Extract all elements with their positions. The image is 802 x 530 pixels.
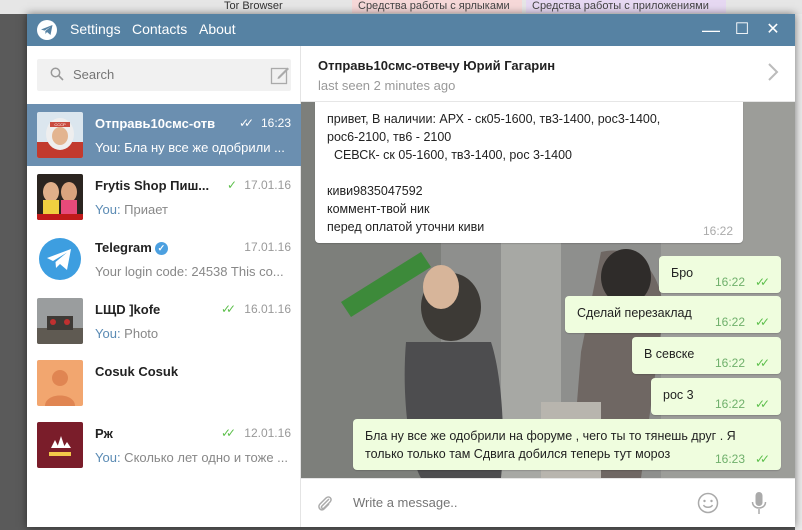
dialog-time: 12.01.16 bbox=[244, 426, 291, 440]
chevron-right-icon[interactable] bbox=[767, 62, 779, 82]
maximize-button[interactable]: ☐ bbox=[730, 18, 754, 42]
dialogs-panel: CCCP Отправь10смс-отве... ✓✓ 16:23 You: … bbox=[27, 46, 301, 527]
dialog-time: 16:23 bbox=[260, 116, 291, 130]
dialog-you-label: You: bbox=[95, 450, 121, 465]
outgoing-message: рос 3 16:22 ✓✓ bbox=[651, 378, 781, 415]
compose-icon[interactable] bbox=[270, 65, 290, 85]
minimize-button[interactable]: — bbox=[699, 18, 723, 42]
dialog-time: 17.01.16 bbox=[244, 240, 291, 254]
dialog-name-text: Telegram bbox=[95, 240, 152, 255]
dialog-preview-text: Сколько лет одно и тоже ... bbox=[120, 450, 289, 465]
read-check-icon: ✓✓ bbox=[755, 315, 770, 329]
dialog-preview-text: Бла ну все же одобрили ... bbox=[120, 140, 285, 155]
desktop-tab-apps[interactable]: Средства работы с приложениями bbox=[526, 0, 726, 13]
search-icon bbox=[50, 67, 64, 81]
dialog-name: Frytis Shop Пиш... bbox=[95, 178, 210, 193]
chat-title: Отправь10смс-отвечу Юрий Гагарин bbox=[318, 58, 556, 73]
message-composer bbox=[301, 478, 795, 527]
dialog-name: Отправь10смс-отве... bbox=[95, 116, 215, 131]
verified-badge-icon: ✓ bbox=[154, 242, 168, 255]
message-time: 16:22 bbox=[702, 224, 733, 238]
read-check-icon: ✓✓ bbox=[755, 397, 770, 411]
avatar-frytis bbox=[37, 174, 83, 220]
menu-settings[interactable]: Settings bbox=[70, 21, 121, 37]
desktop-tab-tor[interactable]: Tor Browser bbox=[218, 0, 289, 13]
chat-messages-area: привет, В наличии: АРХ - ск05-1600, тв3-… bbox=[301, 102, 795, 478]
read-check-icon: ✓✓ bbox=[221, 302, 236, 316]
outgoing-message: В севске 16:22 ✓✓ bbox=[632, 337, 781, 374]
dialog-item-kofe[interactable]: LЩD ]kofe ✓✓ 16.01.16 You: Photo bbox=[27, 290, 301, 352]
svg-text:CCCP: CCCP bbox=[54, 122, 66, 127]
dialog-item-cosuk[interactable]: Cosuk Cosuk bbox=[27, 352, 301, 414]
outgoing-message-text: Бла ну все же одобрили на форуме , чего … bbox=[365, 429, 736, 461]
read-check-icon: ✓ bbox=[227, 178, 237, 192]
incoming-message: привет, В наличии: АРХ - ск05-1600, тв3-… bbox=[315, 102, 743, 243]
avatar-rzh bbox=[37, 422, 83, 468]
search-input[interactable] bbox=[73, 67, 253, 82]
dialog-name: Cosuk Cosuk bbox=[95, 364, 179, 379]
microphone-icon[interactable] bbox=[751, 491, 767, 515]
avatar-placeholder-icon bbox=[37, 360, 83, 406]
message-time: 16:22 bbox=[715, 356, 746, 370]
outgoing-message-text: Бро bbox=[671, 266, 694, 280]
message-input[interactable] bbox=[353, 495, 693, 510]
outgoing-message-text: рос 3 bbox=[663, 388, 694, 402]
search-box[interactable] bbox=[37, 59, 291, 91]
outgoing-message: Сделай перезаклад 16:22 ✓✓ bbox=[565, 296, 781, 333]
desktop-side-strip bbox=[795, 14, 802, 530]
chat-status: last seen 2 minutes ago bbox=[318, 78, 456, 93]
avatar-kofe bbox=[37, 298, 83, 344]
dialog-item-otprav[interactable]: CCCP Отправь10смс-отве... ✓✓ 16:23 You: … bbox=[27, 104, 301, 166]
dialog-time: 16.01.16 bbox=[244, 302, 291, 316]
attach-icon[interactable] bbox=[317, 493, 333, 515]
message-time: 16:22 bbox=[715, 275, 746, 289]
desktop-taskbar-strip: Tor Browser Средства работы с ярлыками С… bbox=[0, 0, 802, 14]
message-time: 16:22 bbox=[715, 397, 746, 411]
read-check-icon: ✓✓ bbox=[239, 116, 254, 130]
incoming-message-text: привет, В наличии: АРХ - ск05-1600, тв3-… bbox=[327, 112, 661, 234]
close-button[interactable]: ✕ bbox=[761, 18, 785, 42]
read-check-icon: ✓✓ bbox=[755, 356, 770, 370]
outgoing-message-text: Сделай перезаклад bbox=[577, 306, 692, 320]
dialog-preview: You: Приает bbox=[95, 202, 291, 217]
title-bar: Settings Contacts About — ☐ ✕ bbox=[27, 14, 795, 46]
avatar-gagarin: CCCP bbox=[37, 112, 83, 158]
avatar-telegram bbox=[37, 236, 83, 282]
telegram-logo-icon bbox=[37, 20, 57, 40]
dialog-name: Рж bbox=[95, 426, 113, 441]
message-time: 16:22 bbox=[715, 315, 746, 329]
dialog-item-telegram[interactable]: Telegram ✓ 17.01.16 Your login code: 2453… bbox=[27, 228, 301, 290]
emoji-icon[interactable] bbox=[697, 492, 719, 514]
outgoing-message-text: В севске bbox=[644, 347, 695, 361]
dialog-you-label: You: bbox=[95, 326, 121, 341]
read-check-icon: ✓✓ bbox=[221, 426, 236, 440]
chat-panel: Отправь10смс-отвечу Юрий Гагарин last se… bbox=[301, 46, 795, 527]
dialog-name: Telegram ✓ bbox=[95, 240, 215, 255]
dialog-preview: You: Сколько лет одно и тоже ... bbox=[95, 450, 291, 465]
dialog-name: LЩD ]kofe bbox=[95, 302, 161, 317]
message-time: 16:23 bbox=[715, 452, 746, 466]
dialog-preview: You: Бла ну все же одобрили ... bbox=[95, 140, 291, 155]
dialog-preview-text: Приает bbox=[120, 202, 168, 217]
dialog-item-frytis[interactable]: Frytis Shop Пиш... ✓ 17.01.16 You: Приае… bbox=[27, 166, 301, 228]
dialog-time: 17.01.16 bbox=[244, 178, 291, 192]
menu-contacts[interactable]: Contacts bbox=[132, 21, 187, 37]
desktop-tab-shortcuts[interactable]: Средства работы с ярлыками bbox=[352, 0, 522, 13]
dialog-preview: You: Photo bbox=[95, 326, 291, 341]
dialog-preview: Your login code: 24538 This co... bbox=[95, 264, 284, 279]
dialog-you-label: You: bbox=[95, 140, 121, 155]
dialog-item-rzh[interactable]: Рж ✓✓ 12.01.16 You: Сколько лет одно и т… bbox=[27, 414, 301, 476]
chat-header[interactable]: Отправь10смс-отвечу Юрий Гагарин last se… bbox=[301, 46, 795, 102]
menu-about[interactable]: About bbox=[199, 21, 236, 37]
telegram-window: Settings Contacts About — ☐ ✕ CCCP Отпра… bbox=[27, 14, 795, 527]
outgoing-message: Бла ну все же одобрили на форуме , чего … bbox=[353, 419, 781, 470]
outgoing-message: Бро 16:22 ✓✓ bbox=[659, 256, 781, 293]
dialog-preview-text: Photo bbox=[120, 326, 159, 341]
read-check-icon: ✓✓ bbox=[755, 452, 770, 466]
read-check-icon: ✓✓ bbox=[755, 275, 770, 289]
dialog-you-label: You: bbox=[95, 202, 121, 217]
